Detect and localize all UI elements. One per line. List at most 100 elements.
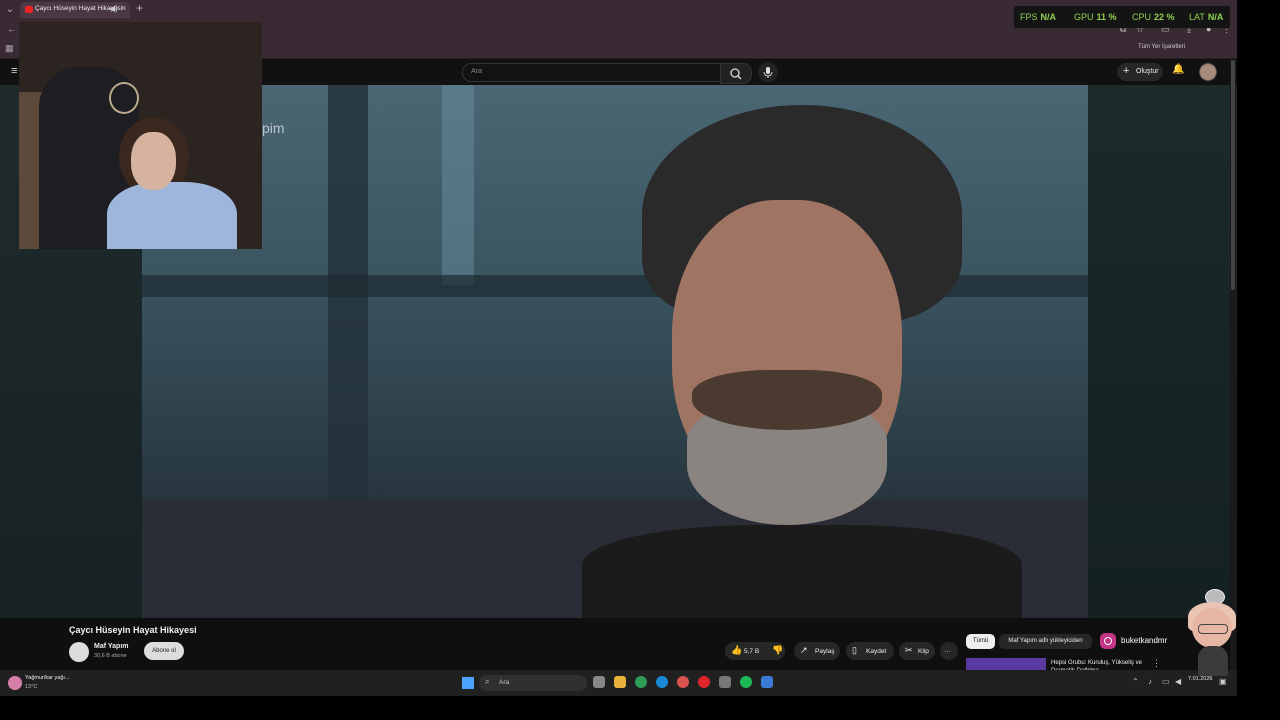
streamer-face — [131, 132, 176, 190]
filter-chip-uploader[interactable]: Maf Yapım adlı yükleyiciden — [999, 634, 1092, 649]
weather-condition: Yağmur/kar yağı... — [25, 675, 70, 681]
microphone-icon — [763, 67, 773, 78]
tab-list-icon[interactable]: ⌄ — [4, 3, 16, 16]
subscribe-button[interactable]: Abone ol — [144, 642, 184, 660]
account-avatar[interactable] — [1199, 63, 1217, 81]
voice-search-button[interactable] — [758, 62, 778, 82]
filter-chip-all[interactable]: Tümü — [966, 634, 995, 649]
clock-date: 7.01.2026 — [1188, 676, 1213, 682]
thumbs-up-icon[interactable]: 👍 — [731, 645, 742, 656]
more-dots-icon: ··· — [944, 648, 951, 655]
all-bookmarks-button[interactable]: Tüm Yer İşaretleri — [1138, 44, 1185, 50]
taskbar-search-placeholder: Ara — [499, 679, 510, 686]
like-dislike-group: 👍 5,7 B 👎 — [725, 642, 785, 660]
network-icon[interactable]: ▭ — [1162, 677, 1170, 686]
bookmark-icon: ▯ — [852, 645, 857, 655]
channel-subscribers: 30,6 B abone — [94, 653, 127, 659]
notifications-bell-icon[interactable]: 🔔 — [1172, 64, 1184, 75]
spotify-icon[interactable] — [740, 676, 752, 688]
create-button[interactable]: + Oluştur — [1117, 63, 1163, 81]
performance-overlay: FPS N/A GPU 11 % CPU 22 % LAT N/A — [1014, 6, 1230, 28]
tray-chevron-icon[interactable]: ⌃ — [1132, 677, 1139, 686]
video-bg-window — [442, 85, 474, 285]
save-button[interactable]: ▯ Kaydet — [846, 642, 894, 660]
cpu-value: 22 % — [1154, 12, 1175, 22]
share-icon: ↗ — [800, 645, 808, 655]
create-label: Oluştur — [1136, 68, 1159, 75]
volume-icon[interactable]: ◀ — [1175, 677, 1181, 686]
video-player[interactable]: pim — [142, 85, 1088, 618]
tray-mic-icon[interactable]: ♪ — [1148, 677, 1152, 686]
gpu-stat: GPU 11 % — [1074, 12, 1117, 22]
channel-name[interactable]: Maf Yapım — [94, 643, 129, 650]
lat-label: LAT — [1189, 12, 1205, 22]
fps-stat: FPS N/A — [1020, 12, 1056, 22]
back-icon[interactable]: ← — [7, 24, 16, 34]
thumbs-down-icon[interactable]: 👎 — [772, 645, 783, 656]
cpu-stat: CPU 22 % — [1132, 12, 1175, 22]
search-placeholder: Ara — [471, 68, 482, 75]
channel-avatar[interactable] — [69, 642, 89, 662]
video-person — [582, 105, 1022, 618]
plus-icon: + — [1123, 65, 1130, 77]
gpu-label: GPU — [1074, 12, 1094, 22]
scissors-icon: ✂ — [905, 645, 913, 655]
file-explorer-icon[interactable] — [614, 676, 626, 688]
webcam-overlay — [19, 22, 262, 249]
ambient-right — [1088, 85, 1237, 618]
fps-label: FPS — [1020, 12, 1038, 22]
more-actions-button[interactable]: ··· — [940, 642, 958, 660]
clip-label: Klip — [918, 648, 929, 655]
task-view-icon[interactable] — [593, 676, 605, 688]
person-mustache — [692, 370, 882, 430]
video-info-area: Çaycı Hüseyin Hayat Hikayesi Maf Yapım 3… — [0, 618, 1237, 674]
share-label: Paylaş — [815, 648, 835, 655]
chair-logo-icon — [109, 82, 139, 114]
taskbar-search-input[interactable]: ⌕ Ara — [479, 675, 587, 691]
settings-gear-icon[interactable] — [719, 676, 731, 688]
like-count[interactable]: 5,7 B — [744, 648, 759, 655]
weather-temp: 13°C — [25, 684, 38, 690]
mascot-glasses — [1198, 624, 1228, 634]
clip-button[interactable]: ✂ Klip — [899, 642, 935, 660]
screen: ⌄ Çaycı Hüseyin Hayat Hikayesi ◀) × + ▫ … — [0, 0, 1237, 696]
browser-active-icon[interactable] — [677, 676, 689, 688]
recommended-thumbnail[interactable] — [966, 658, 1046, 670]
gpu-value: 11 % — [1096, 12, 1117, 22]
new-tab-button[interactable]: + — [136, 1, 143, 15]
hamburger-menu-icon[interactable]: ≡ — [11, 65, 17, 77]
share-button[interactable]: ↗ Paylaş — [794, 642, 840, 660]
person-shirt — [582, 525, 1022, 618]
opera-icon[interactable] — [698, 676, 710, 688]
close-tab-icon[interactable]: × — [121, 3, 126, 13]
save-label: Kaydet — [866, 648, 887, 655]
vtuber-mascot — [1186, 600, 1237, 676]
lat-stat: LAT N/A — [1189, 12, 1223, 22]
taskbar-clock[interactable]: 7.01.2026 — [1188, 676, 1212, 682]
search-icon — [730, 68, 742, 80]
chrome-icon[interactable] — [635, 676, 647, 688]
notification-center-icon[interactable]: ▣ — [1219, 677, 1227, 686]
weather-icon — [8, 676, 22, 690]
instagram-icon — [1100, 633, 1116, 649]
app-checkmark-icon[interactable] — [761, 676, 773, 688]
lat-value: N/A — [1207, 12, 1224, 22]
windows-taskbar: Yağmur/kar yağı... 13°C ⌕ Ara ⌃ ♪ ▭ ◀ 7.… — [0, 670, 1237, 696]
recommended-more-icon[interactable]: ⋮ — [1152, 658, 1161, 669]
search-input[interactable]: Ara — [462, 63, 722, 82]
apps-grid-icon[interactable]: ▦ — [5, 44, 14, 53]
browser-tab[interactable]: Çaycı Hüseyin Hayat Hikayesi ◀) × — [20, 2, 130, 18]
page-scrollbar[interactable] — [1230, 60, 1236, 670]
fps-value: N/A — [1040, 12, 1057, 22]
windows-start-icon[interactable] — [462, 677, 474, 689]
search-button[interactable] — [720, 63, 752, 84]
cpu-label: CPU — [1132, 12, 1152, 22]
scrollbar-thumb[interactable] — [1231, 60, 1235, 290]
video-watermark: pim — [262, 120, 285, 136]
edge-icon[interactable] — [656, 676, 668, 688]
streamer-body — [107, 182, 237, 249]
speaker-icon[interactable]: ◀) — [109, 4, 118, 13]
instagram-handle: buketkandmr — [1121, 636, 1168, 645]
search-icon: ⌕ — [485, 677, 490, 686]
youtube-favicon-icon — [25, 6, 33, 13]
